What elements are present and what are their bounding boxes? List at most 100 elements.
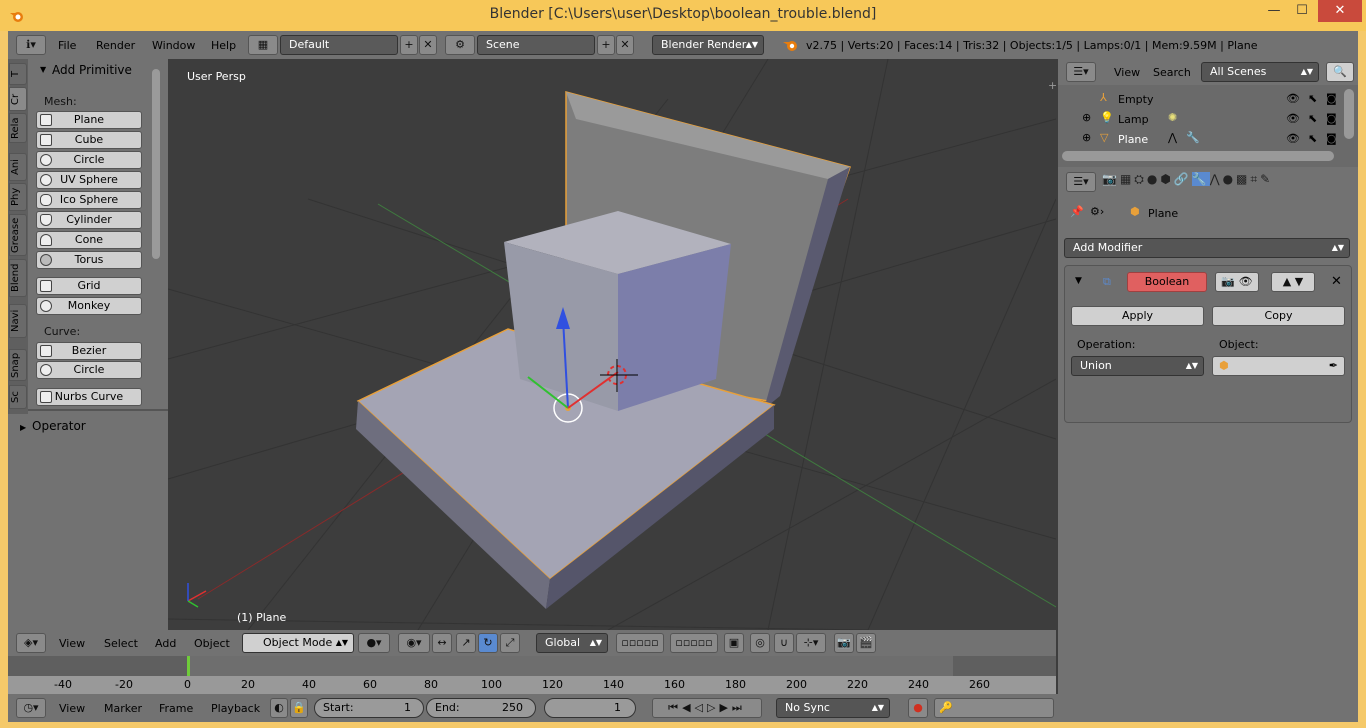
scale-icon[interactable]: ⤢: [500, 633, 520, 653]
snap-element-icon[interactable]: ⊹▾: [796, 633, 826, 653]
proportional-edit-icon[interactable]: ◎: [750, 633, 770, 653]
tab-blend[interactable]: Blend: [9, 259, 27, 297]
scene-icon[interactable]: ⚙: [445, 35, 475, 55]
record-icon[interactable]: ●: [908, 698, 928, 718]
tab-animation[interactable]: Ani: [9, 153, 27, 181]
tab-physics[interactable]: Phy: [9, 183, 27, 211]
add-cube-button[interactable]: Cube: [36, 131, 142, 149]
search-icon[interactable]: 🔍: [1326, 62, 1354, 82]
add-modifier-dropdown[interactable]: Add Modifier ▲▼: [1064, 238, 1350, 258]
renderable-camera-icon[interactable]: ◙: [1326, 112, 1337, 125]
add-scene-icon[interactable]: +: [597, 35, 615, 55]
add-torus-button[interactable]: Torus: [36, 251, 142, 269]
orientation-dropdown[interactable]: Global ▲▼: [536, 633, 608, 653]
outliner-row-empty[interactable]: ⅄ Empty 👁 ⬉ ◙: [1058, 89, 1358, 109]
menu-help[interactable]: Help: [211, 39, 236, 52]
menu-object[interactable]: Object: [194, 637, 230, 650]
pivot-point-icon[interactable]: ◉▾: [398, 633, 430, 653]
renderable-camera-icon[interactable]: ◙: [1326, 92, 1337, 105]
tab-scene[interactable]: Sc: [9, 385, 27, 409]
add-layout-icon[interactable]: +: [400, 35, 418, 55]
add-cone-button[interactable]: Cone: [36, 231, 142, 249]
outliner-v-scrollbar[interactable]: [1344, 89, 1354, 139]
timeline-editor[interactable]: -40 -20 0 20 40 60 80 100 120 140 160 18…: [8, 656, 1056, 694]
menu-file[interactable]: File: [58, 39, 76, 52]
visibility-eye-icon[interactable]: 👁: [1286, 132, 1300, 145]
menu-window[interactable]: Window: [152, 39, 195, 52]
viewport-shading-icon[interactable]: ●▾: [358, 633, 390, 653]
timeline-ruler[interactable]: [8, 676, 1056, 694]
maximize-button[interactable]: ☐: [1286, 0, 1318, 22]
screen-layout-icon[interactable]: ▦: [248, 35, 278, 55]
render-preview-icon[interactable]: 📷: [834, 633, 854, 653]
outliner-menu-view[interactable]: View: [1114, 66, 1140, 79]
menu-select[interactable]: Select: [104, 637, 138, 650]
add-monkey-button[interactable]: Monkey: [36, 297, 142, 315]
rotate-icon[interactable]: ↻: [478, 633, 498, 653]
end-frame-field[interactable]: End: 250: [426, 698, 536, 718]
tab-tools[interactable]: T: [9, 63, 27, 85]
outliner-menu-search[interactable]: Search: [1153, 66, 1191, 79]
remove-scene-icon[interactable]: ✕: [616, 35, 634, 55]
add-nurbs-curve-button[interactable]: Nurbs Curve: [36, 388, 142, 406]
properties-context-tabs[interactable]: 📷▦⛭●⬢🔗🔧⋀●▩⌗✎: [1102, 172, 1352, 192]
keying-set-field[interactable]: 🔑: [934, 698, 1054, 718]
panel-collapse-icon[interactable]: ▼: [40, 65, 46, 74]
renderable-camera-icon[interactable]: ◙: [1326, 132, 1337, 145]
sync-dropdown[interactable]: No Sync ▲▼: [776, 698, 890, 718]
object-field[interactable]: ⬢ ✒: [1212, 356, 1345, 376]
tool-shelf-scrollbar[interactable]: [151, 69, 161, 259]
pin-icon[interactable]: 📌: [1070, 205, 1084, 218]
manipulator-toggle-icon[interactable]: ↔: [432, 633, 452, 653]
tab-grease-pencil[interactable]: Grease: [9, 214, 27, 256]
render-engine-dropdown[interactable]: Blender Render ▲▼: [652, 35, 764, 55]
render-animation-icon[interactable]: 🎬: [856, 633, 876, 653]
modifier-name-field[interactable]: Boolean: [1127, 272, 1207, 292]
display-mode-dropdown[interactable]: All Scenes ▲▼: [1201, 62, 1319, 82]
menu-view[interactable]: View: [59, 637, 85, 650]
menu-render[interactable]: Render: [96, 39, 135, 52]
timeline-editor-type-icon[interactable]: ◷▾: [16, 698, 46, 718]
expand-icon[interactable]: ⊕: [1082, 131, 1091, 144]
selectable-cursor-icon[interactable]: ⬉: [1308, 92, 1317, 105]
tab-relations[interactable]: Rela: [9, 113, 27, 143]
layer-buttons-a[interactable]: ▫▫▫▫▫: [616, 633, 664, 653]
add-uv-sphere-button[interactable]: UV Sphere: [36, 171, 142, 189]
lock-layers-icon[interactable]: ▣: [724, 633, 744, 653]
info-editor-type-icon[interactable]: ℹ▾: [16, 35, 46, 55]
apply-button[interactable]: Apply: [1071, 306, 1204, 326]
scene-field[interactable]: Scene: [477, 35, 595, 55]
visibility-eye-icon[interactable]: 👁: [1286, 92, 1300, 105]
menu-frame[interactable]: Frame: [159, 702, 193, 715]
expand-icon[interactable]: ⊕: [1082, 111, 1091, 124]
properties-editor-type-icon[interactable]: ☰▾: [1066, 172, 1096, 192]
add-bezier-button[interactable]: Bezier: [36, 342, 142, 360]
outliner-row-lamp[interactable]: ⊕ 💡 Lamp ✺ 👁 ⬉ ◙: [1058, 109, 1358, 129]
remove-layout-icon[interactable]: ✕: [419, 35, 437, 55]
tab-create[interactable]: Cr: [9, 87, 27, 111]
render-display-icons[interactable]: 📷 👁: [1215, 272, 1259, 292]
menu-marker[interactable]: Marker: [104, 702, 142, 715]
outliner-row-plane[interactable]: ⊕ ▽ Plane ⋀ 🔧 👁 ⬉ ◙: [1058, 129, 1358, 149]
layout-field[interactable]: Default: [280, 35, 398, 55]
playback-controls-icon[interactable]: ⏮◀◁▷▶⏭: [652, 698, 762, 718]
3d-viewport[interactable]: + User Persp (1) Plane: [168, 59, 1056, 630]
outliner-editor-type-icon[interactable]: ☰▾: [1066, 62, 1096, 82]
mode-dropdown[interactable]: Object Mode ▲▼: [242, 633, 354, 653]
operator-collapse-icon[interactable]: ▶: [20, 423, 26, 432]
copy-button[interactable]: Copy: [1212, 306, 1345, 326]
lock-icon[interactable]: 🔒: [290, 698, 308, 718]
selectable-cursor-icon[interactable]: ⬉: [1308, 112, 1317, 125]
outliner-scrollbar[interactable]: [1062, 151, 1334, 161]
close-button[interactable]: ✕: [1318, 0, 1362, 22]
collapse-arrow-icon[interactable]: ▼: [1075, 276, 1082, 286]
move-up-down-icons[interactable]: ▲ ▼: [1271, 272, 1315, 292]
menu-view[interactable]: View: [59, 702, 85, 715]
menu-add[interactable]: Add: [155, 637, 176, 650]
current-frame-field[interactable]: 1: [544, 698, 636, 718]
snap-magnet-icon[interactable]: ∪: [774, 633, 794, 653]
tab-navigation[interactable]: Navi: [9, 304, 27, 338]
tab-snap[interactable]: Snap: [9, 349, 27, 381]
selectable-cursor-icon[interactable]: ⬉: [1308, 132, 1317, 145]
add-curve-circle-button[interactable]: Circle: [36, 361, 142, 379]
